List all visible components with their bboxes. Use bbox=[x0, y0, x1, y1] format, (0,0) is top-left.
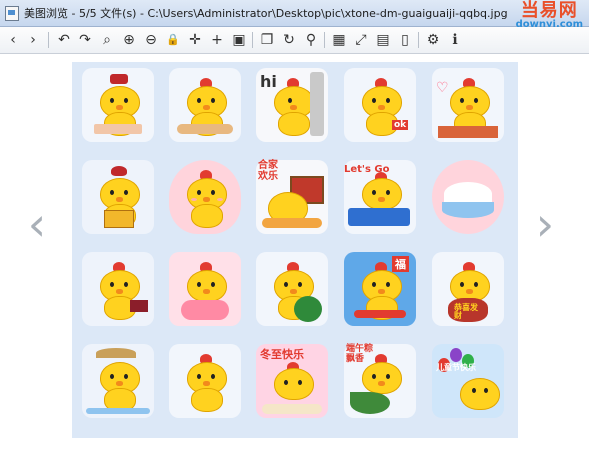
zoom-icon[interactable]: ⌕ bbox=[98, 30, 116, 49]
next-icon[interactable]: › bbox=[24, 30, 42, 49]
rotate-left-icon[interactable]: ↶ bbox=[55, 30, 73, 49]
sticker-gonghe-text: 恭喜发财 bbox=[454, 303, 478, 320]
watermark-logo: 当易网 downyi.com bbox=[516, 1, 583, 30]
sticker-chick-heart-wall: ♡ bbox=[430, 66, 506, 144]
next-image-arrow[interactable]: › bbox=[534, 194, 556, 254]
sticker-chick-fortune-pot: 恭喜发财 bbox=[430, 250, 506, 328]
sticker-chick-scooter: 福 bbox=[342, 250, 418, 328]
sticker-dongzhi-text: 冬至快乐 bbox=[260, 348, 304, 361]
settings-gear-icon[interactable]: ⚙ bbox=[424, 30, 442, 49]
sticker-chick-sushi bbox=[167, 66, 243, 144]
toolbar-separator bbox=[48, 32, 49, 48]
sticker-fu-text: 福 bbox=[392, 256, 409, 272]
sticker-chick-standing bbox=[167, 342, 243, 420]
refresh-icon[interactable]: ↻ bbox=[280, 30, 298, 49]
toolbar: ‹ › ↶ ↷ ⌕ ⊕ ⊖ 🔒 ✛ + ▣ ❐ ↻ ⚲ ▦ ⤢ ▤ ▯ ⚙ ℹ bbox=[0, 27, 589, 54]
prev-icon[interactable]: ‹ bbox=[4, 30, 22, 49]
fit-window-icon[interactable]: ▣ bbox=[230, 30, 248, 49]
sticker-ok-text: ok bbox=[392, 120, 409, 130]
move-icon[interactable]: ✛ bbox=[186, 30, 204, 49]
slideshow-icon[interactable]: ▤ bbox=[374, 30, 392, 49]
displayed-image: hi ok ♡ 合家欢乐 Let's Go 福 恭喜发财 冬至快乐 端午粽飘香 … bbox=[72, 62, 518, 438]
document-icon[interactable]: ▯ bbox=[396, 30, 414, 49]
sticker-chick-bus: Let's Go bbox=[342, 158, 418, 236]
sticker-chick-duanwu: 端午粽飘香 bbox=[342, 342, 418, 420]
sticker-chick-ok: ok bbox=[342, 66, 418, 144]
sticker-chick-family-tv: 合家欢乐 bbox=[254, 158, 330, 236]
rotate-right-icon[interactable]: ↷ bbox=[76, 30, 94, 49]
sticker-chick-fishing bbox=[80, 342, 156, 420]
toolbar-separator bbox=[418, 32, 419, 48]
image-viewport[interactable]: ‹ › hi ok ♡ 合家欢乐 Let's Go 福 恭喜发财 冬至快乐 端午… bbox=[0, 54, 589, 450]
crosshair-icon[interactable]: + bbox=[208, 30, 226, 49]
sticker-chick-balloons: 儿童节快乐 bbox=[430, 342, 506, 420]
sticker-family-text: 合家欢乐 bbox=[258, 160, 278, 182]
sticker-chick-hi: hi bbox=[254, 66, 330, 144]
sticker-chick-present bbox=[80, 158, 156, 236]
sticker-chick-angel bbox=[167, 158, 243, 236]
app-icon bbox=[5, 6, 19, 21]
fullscreen-icon[interactable]: ⤢ bbox=[352, 30, 370, 49]
sticker-chick-chef bbox=[80, 66, 156, 144]
location-pin-icon[interactable]: ⚲ bbox=[302, 30, 320, 49]
sticker-hi-text: hi bbox=[260, 72, 277, 91]
prev-image-arrow[interactable]: ‹ bbox=[26, 194, 48, 254]
sticker-rice-bowl bbox=[430, 158, 506, 236]
sticker-chick-cape bbox=[80, 250, 156, 328]
sticker-chick-roses bbox=[167, 250, 243, 328]
title-bar: 美图浏览 - 5/5 文件(s) - C:\Users\Administrato… bbox=[0, 0, 589, 30]
zoom-out-icon[interactable]: ⊖ bbox=[142, 30, 160, 49]
zoom-in-icon[interactable]: ⊕ bbox=[120, 30, 138, 49]
info-icon[interactable]: ℹ bbox=[446, 30, 464, 49]
lock-icon[interactable]: 🔒 bbox=[164, 30, 182, 49]
toolbar-separator bbox=[324, 32, 325, 48]
sticker-chick-watermelon bbox=[254, 250, 330, 328]
toolbar-separator bbox=[252, 32, 253, 48]
window-title: 美图浏览 - 5/5 文件(s) - C:\Users\Administrato… bbox=[24, 7, 508, 20]
watermark-main: 当易网 bbox=[520, 0, 578, 21]
sticker-chick-dongzhi: 冬至快乐 bbox=[254, 342, 330, 420]
grid-view-icon[interactable]: ▦ bbox=[330, 30, 348, 49]
sticker-ertong-text: 儿童节快乐 bbox=[436, 363, 476, 372]
copy-icon[interactable]: ❐ bbox=[258, 30, 276, 49]
